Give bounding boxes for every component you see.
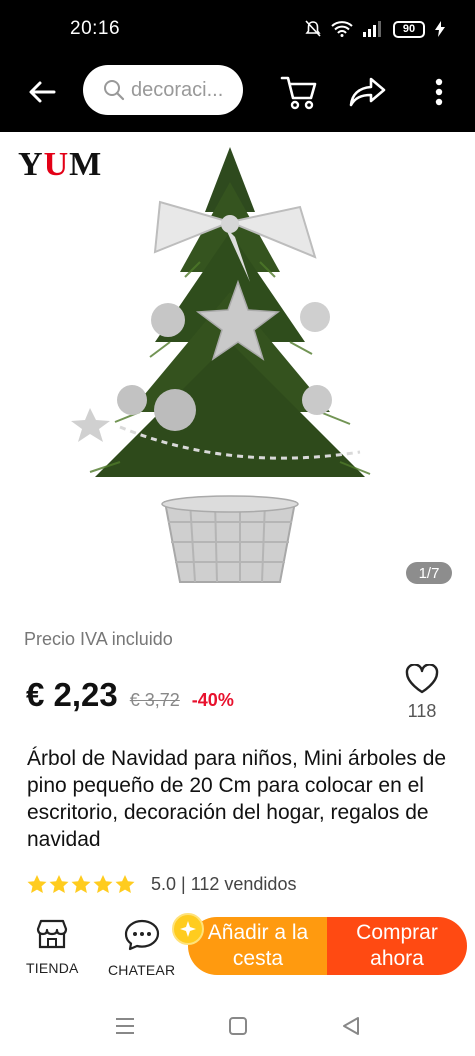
- chat-bubble-icon: [124, 919, 159, 951]
- system-back-button[interactable]: [338, 1013, 364, 1039]
- signal-icon: [363, 21, 381, 37]
- mute-bell-icon: [305, 20, 321, 37]
- home-square-icon: [229, 1017, 247, 1035]
- chat-button[interactable]: CHATEAR: [108, 919, 175, 978]
- cart-button[interactable]: [278, 72, 320, 112]
- product-title: Árbol de Navidad para niños, Mini árbole…: [27, 747, 447, 851]
- action-bar: TIENDA CHATEAR Añadir a la cesta Comprar…: [0, 905, 475, 995]
- star-icon: [71, 875, 91, 893]
- chat-label: CHATEAR: [108, 962, 176, 978]
- add-to-cart-button[interactable]: Añadir a la cesta: [188, 917, 328, 975]
- discount-badge: -40%: [191, 690, 234, 710]
- image-counter: 1/7: [406, 562, 452, 584]
- rating-row[interactable]: 5.0 | 112 vendidos: [27, 874, 296, 895]
- share-button[interactable]: [348, 72, 388, 112]
- more-options-button[interactable]: [424, 72, 454, 112]
- rating-stars: [27, 875, 135, 894]
- status-icons: 90: [305, 20, 445, 38]
- search-input[interactable]: decoraci...: [83, 65, 243, 115]
- store-label: TIENDA: [26, 960, 79, 976]
- recent-apps-button[interactable]: [112, 1013, 138, 1039]
- product-image: [71, 147, 371, 583]
- rating-and-sales: 5.0 | 112 vendidos: [151, 874, 297, 894]
- search-placeholder: decoraci...: [131, 78, 224, 101]
- original-price: € 3,72: [129, 690, 180, 710]
- price-row: € 2,23 € 3,72 -40%: [26, 676, 234, 714]
- coin-badge-icon: [172, 913, 204, 945]
- star-icon: [27, 875, 47, 893]
- wishlist-button[interactable]: 118: [400, 663, 444, 722]
- heart-icon: [405, 663, 439, 694]
- product-gallery[interactable]: YUM 1/7: [0, 132, 475, 592]
- back-triangle-icon: [343, 1017, 359, 1035]
- back-arrow-icon: [29, 81, 56, 103]
- price-note: Precio IVA incluido: [24, 629, 173, 649]
- system-nav-bar: [0, 995, 475, 1056]
- status-bar: 20:16 90: [0, 0, 475, 58]
- store-button[interactable]: TIENDA: [26, 919, 79, 976]
- buy-now-button[interactable]: Comprar ahora: [327, 917, 467, 975]
- store-icon: [37, 919, 68, 949]
- menu-icon: [116, 1018, 134, 1034]
- charging-bolt-icon: [435, 21, 445, 37]
- cart-icon: [280, 76, 317, 110]
- star-icon: [49, 875, 69, 893]
- status-time: 20:16: [70, 18, 121, 39]
- home-button[interactable]: [225, 1013, 251, 1039]
- search-icon: [104, 80, 125, 101]
- back-button[interactable]: [22, 72, 62, 112]
- top-nav: decoraci...: [0, 58, 475, 132]
- battery-indicator: 90: [393, 20, 425, 38]
- star-icon: [115, 875, 135, 893]
- star-icon: [93, 875, 113, 893]
- wifi-icon: [331, 21, 353, 37]
- share-icon: [349, 77, 386, 107]
- wishlist-count: 118: [407, 701, 437, 721]
- current-price: € 2,23: [26, 676, 118, 713]
- more-vertical-icon: [435, 78, 443, 106]
